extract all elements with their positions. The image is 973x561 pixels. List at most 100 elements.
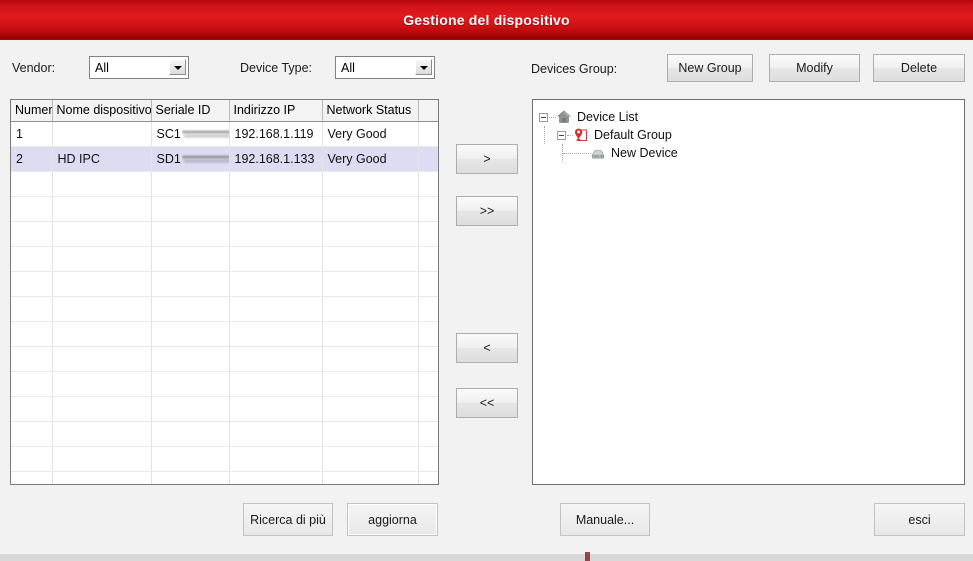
cell-empty	[229, 446, 323, 472]
collapse-toggle-icon[interactable]	[539, 113, 548, 122]
table-row-empty[interactable]	[11, 421, 438, 447]
cell-empty	[151, 296, 230, 322]
cell-nome: HD IPC	[52, 146, 152, 172]
table-row-empty[interactable]	[11, 196, 438, 222]
column-header-status[interactable]: Network Status	[322, 100, 419, 122]
cell-empty	[52, 171, 152, 197]
cell-empty	[418, 246, 438, 272]
cell-empty	[418, 296, 438, 322]
cell-empty	[52, 471, 152, 484]
collapse-toggle-icon[interactable]	[557, 131, 566, 140]
table-row-empty[interactable]	[11, 471, 438, 484]
cell-empty	[418, 271, 438, 297]
table-row-empty[interactable]	[11, 346, 438, 372]
device-type-select[interactable]: All	[335, 56, 435, 79]
exit-button[interactable]: esci	[874, 503, 965, 536]
manual-button[interactable]: Manuale...	[560, 503, 650, 536]
table-row-empty[interactable]	[11, 396, 438, 422]
new-group-button[interactable]: New Group	[667, 54, 753, 82]
cell-empty	[11, 271, 53, 297]
table-row-empty[interactable]	[11, 446, 438, 472]
cell-empty	[11, 446, 53, 472]
serial-prefix: SC1	[156, 126, 181, 141]
cell-numero: 1	[11, 121, 53, 147]
device-table[interactable]: Numero Nome dispositivo Seriale ID Indir…	[10, 99, 439, 485]
cell-empty	[52, 221, 152, 247]
cell-empty	[322, 471, 419, 484]
cell-empty	[322, 321, 419, 347]
cell-empty	[151, 421, 230, 447]
table-row-empty[interactable]	[11, 171, 438, 197]
devices-group-tree[interactable]: Device List Default Group New Device	[532, 99, 965, 485]
cell-empty	[418, 321, 438, 347]
serial-prefix: SD1	[156, 151, 181, 166]
tree-node-new-device[interactable]: New Device	[533, 144, 964, 162]
cell-empty	[418, 221, 438, 247]
cell-network-status: Very Good	[322, 146, 419, 172]
cell-empty	[11, 171, 53, 197]
cell-empty	[52, 346, 152, 372]
cell-empty	[52, 446, 152, 472]
tree-connector	[563, 153, 591, 154]
chevron-down-icon[interactable]	[415, 59, 432, 75]
cell-seriale: SD1	[151, 146, 230, 172]
cell-empty	[229, 171, 323, 197]
cell-spacer	[418, 121, 438, 147]
column-header-seriale[interactable]: Seriale ID	[151, 100, 230, 122]
serial-value: SC1	[156, 126, 229, 141]
vendor-select-value: All	[95, 61, 109, 75]
table-body: 1 SC1 192.168.1.119 Very Good 2 HD IPC SD1 192.…	[11, 121, 438, 484]
tree-connector	[549, 117, 556, 118]
move-left-one-button[interactable]: <	[456, 333, 518, 363]
cell-empty	[322, 421, 419, 447]
refresh-button[interactable]: aggiorna	[347, 503, 438, 536]
table-row[interactable]: 2 HD IPC SD1 192.168.1.133 Very Good	[11, 146, 438, 172]
column-header-ip[interactable]: Indirizzo IP	[229, 100, 323, 122]
column-header-numero[interactable]: Numero	[11, 100, 53, 122]
delete-button[interactable]: Delete	[873, 54, 965, 82]
table-row-empty[interactable]	[11, 246, 438, 272]
cell-seriale: SC1	[151, 121, 230, 147]
cell-empty	[418, 171, 438, 197]
cell-empty	[322, 196, 419, 222]
cell-empty	[151, 321, 230, 347]
table-row-empty[interactable]	[11, 371, 438, 397]
table-row-empty[interactable]	[11, 271, 438, 297]
cell-empty	[418, 396, 438, 422]
move-left-all-button[interactable]: <<	[456, 388, 518, 418]
device-icon	[590, 145, 606, 161]
modify-button[interactable]: Modify	[769, 54, 860, 82]
cell-empty	[418, 346, 438, 372]
cell-empty	[151, 471, 230, 484]
cell-empty	[11, 471, 53, 484]
cell-spacer	[418, 146, 438, 172]
cell-empty	[229, 371, 323, 397]
device-type-label: Device Type:	[240, 61, 313, 75]
vendor-select[interactable]: All	[89, 56, 189, 79]
cell-empty	[418, 196, 438, 222]
table-row-empty[interactable]	[11, 221, 438, 247]
cell-empty	[52, 321, 152, 347]
cell-ip: 192.168.1.133	[229, 146, 323, 172]
footer-marker	[585, 552, 590, 561]
tree-node-device-list[interactable]: Device List	[533, 108, 964, 126]
title-bar: Gestione del dispositivo	[0, 0, 973, 40]
column-header-nome[interactable]: Nome dispositivo	[52, 100, 152, 122]
chevron-down-icon[interactable]	[169, 59, 186, 75]
cell-empty	[151, 371, 230, 397]
map-pin-icon	[573, 127, 589, 143]
move-right-all-button[interactable]: >>	[456, 196, 518, 226]
search-more-button[interactable]: Ricerca di più	[243, 503, 333, 536]
move-right-one-button[interactable]: >	[456, 144, 518, 174]
table-row[interactable]: 1 SC1 192.168.1.119 Very Good	[11, 121, 438, 147]
tree-node-default-group[interactable]: Default Group	[533, 126, 964, 144]
cell-empty	[229, 421, 323, 447]
device-type-select-value: All	[341, 61, 355, 75]
table-row-empty[interactable]	[11, 321, 438, 347]
cell-numero: 2	[11, 146, 53, 172]
cell-empty	[322, 446, 419, 472]
table-row-empty[interactable]	[11, 296, 438, 322]
cell-empty	[322, 296, 419, 322]
cell-empty	[151, 396, 230, 422]
cell-empty	[229, 246, 323, 272]
